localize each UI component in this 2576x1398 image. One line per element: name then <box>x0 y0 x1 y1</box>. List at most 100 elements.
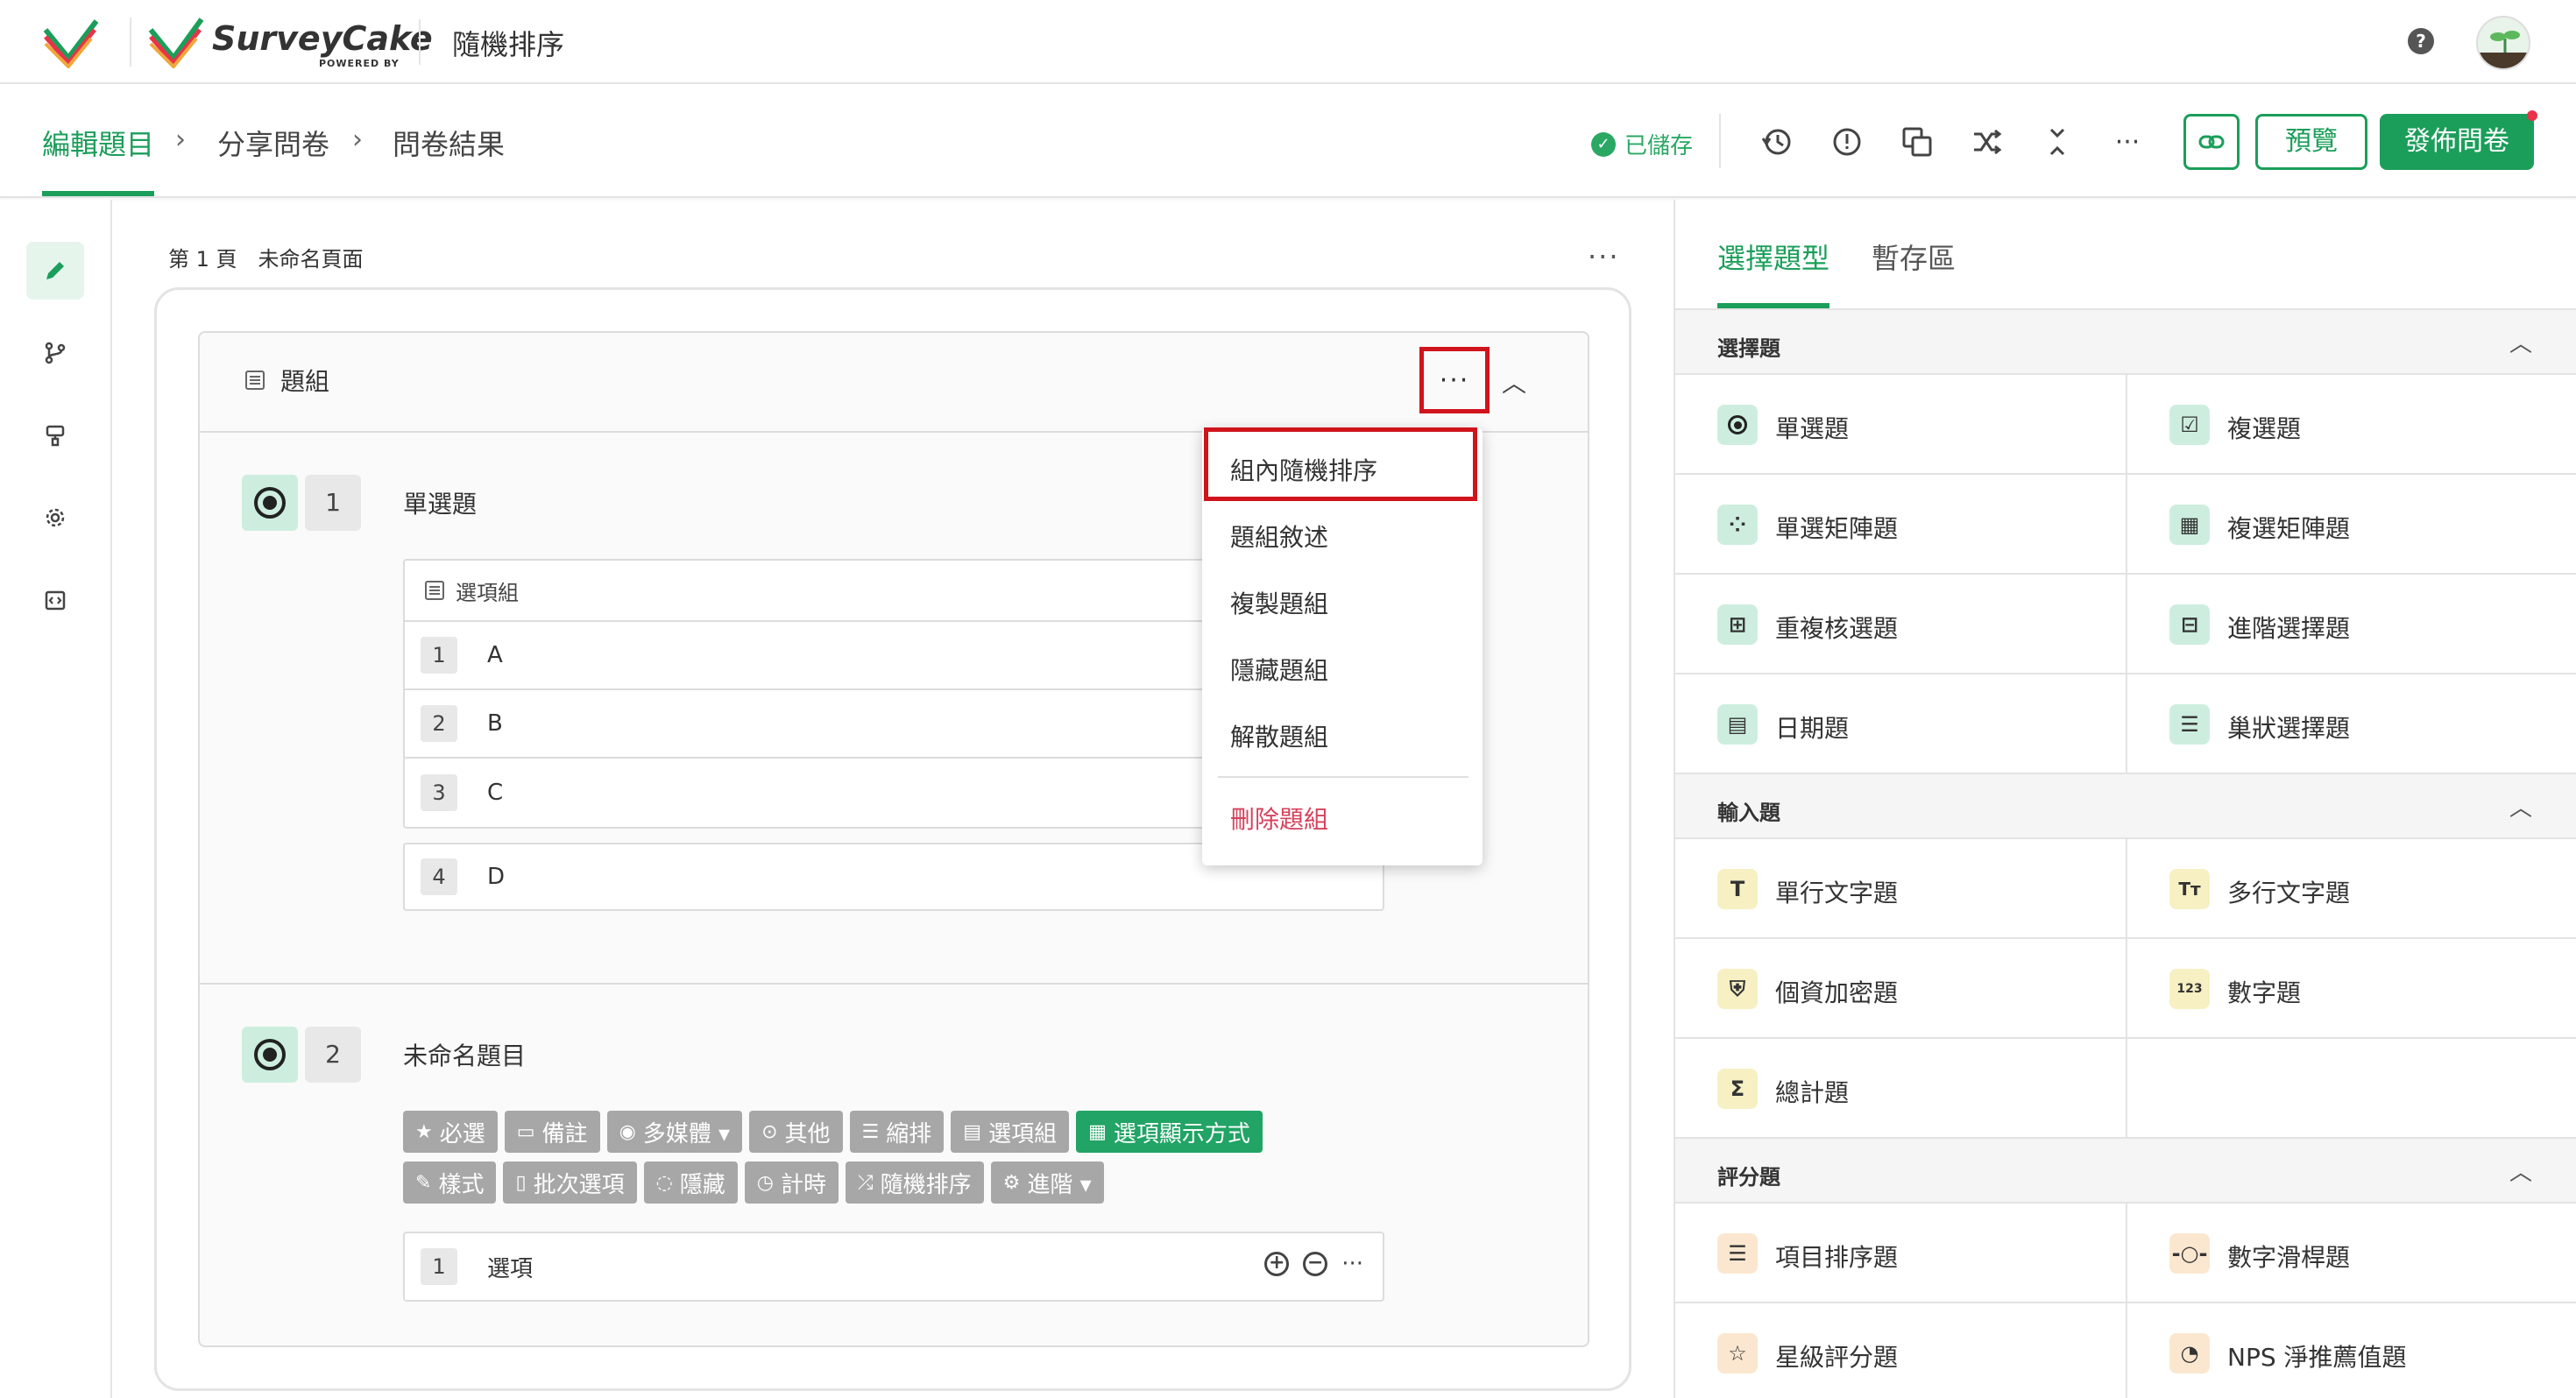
number-icon: 123 <box>2169 969 2210 1009</box>
history-icon[interactable] <box>1758 123 1796 161</box>
remove-circle-icon[interactable]: − <box>1303 1252 1328 1276</box>
menu-item-group-description[interactable]: 題組敘述 <box>1230 519 1328 554</box>
menu-item-copy-group[interactable]: 複製題組 <box>1230 585 1328 620</box>
warning-icon[interactable] <box>1828 123 1866 161</box>
chip-required[interactable]: ★ 必選 <box>403 1111 498 1153</box>
menu-item-ungroup[interactable]: 解散題組 <box>1230 718 1328 753</box>
chip-hide[interactable]: ◌ 隱藏 <box>643 1161 738 1204</box>
option-row[interactable]: 1 選項 + − ··· <box>403 1232 1384 1302</box>
tile-label: 數字滑桿題 <box>2227 1243 2351 1272</box>
chip-option-display[interactable]: ▦ 選項顯示方式 <box>1076 1111 1263 1153</box>
chip-timer[interactable]: ◷ 計時 <box>744 1161 839 1204</box>
question-type-privacy-encrypt[interactable]: ⛨ 個資加密題 <box>1675 939 2126 1039</box>
chip-media[interactable]: ◉ 多媒體 ▾ <box>606 1111 743 1153</box>
question-type-nps[interactable]: ◔ NPS 淨推薦值題 <box>2126 1303 2576 1398</box>
question-group-header <box>198 331 1589 433</box>
chip-random-order[interactable]: ⤮ 隨機排序 <box>846 1161 984 1204</box>
chevron-up-icon[interactable]: ︿ <box>1502 364 1526 399</box>
survey-title[interactable]: 隨機排序 <box>452 23 564 63</box>
question-type-single-matrix[interactable]: ⁘ 單選矩陣題 <box>1675 475 2126 575</box>
section-header-rating[interactable]: 評分題 ︿ <box>1675 1139 2576 1204</box>
crumb-edit-questions[interactable]: 編輯題目 <box>42 123 154 163</box>
page-more-icon[interactable]: ··· <box>1588 240 1620 273</box>
question-type-single-choice[interactable]: 單選題 <box>1675 375 2126 475</box>
question-type-slider[interactable]: -○- 數字滑桿題 <box>2126 1204 2576 1303</box>
question-type-multiple-choice[interactable]: ☑ 複選題 <box>2126 375 2576 475</box>
group-more-button[interactable]: ··· <box>1419 347 1490 413</box>
matrix-radio-icon: ⁘ <box>1717 505 1758 545</box>
option-text[interactable]: A <box>487 642 503 668</box>
checkbox-icon: ☑ <box>2169 405 2210 445</box>
copy-icon[interactable] <box>1898 123 1936 161</box>
chip-advanced[interactable]: ⚙ 進階 ▾ <box>990 1161 1104 1204</box>
shuffle-icon[interactable] <box>1968 123 2006 161</box>
question-type-advanced-choice[interactable]: ⊟ 進階選擇題 <box>2126 575 2576 674</box>
menu-item-shuffle-within-group[interactable]: 組內隨機排序 <box>1230 452 1377 487</box>
help-icon[interactable]: ? <box>2408 28 2434 54</box>
more-icon[interactable]: ··· <box>2108 123 2147 161</box>
chip-style[interactable]: ✎ 樣式 <box>403 1161 497 1204</box>
question-type-date[interactable]: ▤ 日期題 <box>1675 674 2126 774</box>
chip-batch-options[interactable]: ▯ 批次選項 <box>503 1161 637 1204</box>
tile-label: 巢狀選擇題 <box>2227 714 2351 743</box>
section-header-choice[interactable]: 選擇題 ︿ <box>1675 310 2576 375</box>
rail-theme[interactable] <box>26 406 84 464</box>
publish-button[interactable]: 發佈問卷 <box>2380 114 2534 170</box>
option-text[interactable]: C <box>487 780 503 806</box>
chip-other[interactable]: ⊙ 其他 <box>749 1111 843 1153</box>
add-circle-icon[interactable]: + <box>1264 1252 1290 1276</box>
avatar[interactable] <box>2476 16 2530 70</box>
question-type-badge[interactable] <box>242 475 298 531</box>
surveycake-logo[interactable]: SurveyCake POWERED BY <box>147 14 433 70</box>
notification-dot <box>2527 110 2537 121</box>
brand-divider <box>130 18 131 67</box>
check-circle-icon: ✓ <box>1591 131 1616 157</box>
option-index: 1 <box>421 637 457 674</box>
option-index: 4 <box>421 858 457 895</box>
chip-option-group[interactable]: ▤ 選項組 <box>951 1111 1070 1153</box>
question-type-repeat-check[interactable]: ⊞ 重複核選題 <box>1675 575 2126 674</box>
question-title[interactable]: 單選題 <box>403 485 477 520</box>
chip-label: 批次選項 <box>533 1171 625 1198</box>
more-icon[interactable]: ··· <box>1341 1251 1363 1277</box>
question-type-star-rating[interactable]: ☆ 星級評分題 <box>1675 1303 2126 1398</box>
link-icon <box>2198 135 2225 149</box>
rail-branch[interactable] <box>26 324 84 382</box>
rail-settings[interactable] <box>26 489 84 547</box>
active-tab-indicator <box>42 191 154 196</box>
chip-label: 必選 <box>439 1120 485 1147</box>
menu-item-delete-group[interactable]: 刪除題組 <box>1230 801 1328 836</box>
option-index: 1 <box>421 1248 457 1285</box>
tab-staging-area[interactable]: 暫存區 <box>1872 237 1956 277</box>
question-type-sum[interactable]: Σ 總計題 <box>1675 1039 2126 1139</box>
tab-question-types[interactable]: 選擇題型 <box>1717 237 1829 277</box>
surveycake-mark-icon[interactable] <box>42 18 100 68</box>
crumb-survey-results[interactable]: 問卷結果 <box>393 123 505 163</box>
question-type-number[interactable]: 123 數字題 <box>2126 939 2576 1039</box>
copy-link-button[interactable] <box>2183 114 2240 170</box>
rail-code[interactable] <box>26 571 84 629</box>
question-type-badge[interactable] <box>242 1027 298 1083</box>
rail-edit[interactable] <box>26 242 84 300</box>
option-text[interactable]: 選項 <box>487 1251 533 1283</box>
chip-note[interactable]: ▭ 備註 <box>504 1111 600 1153</box>
section-header-input[interactable]: 輸入題 ︿ <box>1675 774 2576 839</box>
page-label[interactable]: 第 1 頁 未命名頁面 <box>168 242 364 272</box>
question-title[interactable]: 未命名題目 <box>403 1037 526 1072</box>
crumb-share-survey[interactable]: 分享問卷 <box>217 123 329 163</box>
question-type-multi-matrix[interactable]: ▦ 複選矩陣題 <box>2126 475 2576 575</box>
app-root: SurveyCake POWERED BY 隨機排序 ? 編輯題目 › 分享問卷… <box>0 0 2576 1398</box>
question-group-title[interactable]: 題組 <box>244 363 329 398</box>
option-text[interactable]: D <box>487 864 505 890</box>
question-type-nested-choice[interactable]: ☰ 巢狀選擇題 <box>2126 674 2576 774</box>
collapse-icon[interactable] <box>2038 123 2077 161</box>
question-type-ranking[interactable]: ☰ 項目排序題 <box>1675 1204 2126 1303</box>
menu-item-hide-group[interactable]: 隱藏題組 <box>1230 652 1328 687</box>
preview-button[interactable]: 預覽 <box>2255 114 2367 170</box>
question-settings-row2: ✎ 樣式 ▯ 批次選項 ◌ 隱藏 ◷ 計時 ⤮ 隨機排序 ⚙ 進階 ▾ <box>403 1161 1104 1204</box>
option-text[interactable]: B <box>487 710 503 737</box>
chip-indent[interactable]: ☰ 縮排 <box>849 1111 945 1153</box>
question-type-multiline-text[interactable]: Tт 多行文字題 <box>2126 839 2576 939</box>
chip-label: 進階 ▾ <box>1027 1171 1092 1198</box>
question-type-single-text[interactable]: T 單行文字題 <box>1675 839 2126 939</box>
